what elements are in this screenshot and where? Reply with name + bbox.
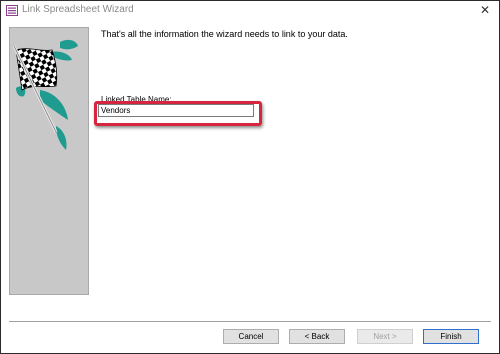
next-button[interactable]: Next > xyxy=(357,329,413,344)
close-button[interactable]: ✕ xyxy=(477,3,493,18)
back-button[interactable]: < Back xyxy=(289,329,345,344)
checkered-flag-icon xyxy=(12,39,78,150)
cancel-button[interactable]: Cancel xyxy=(223,329,279,344)
window-title: Link Spreadsheet Wizard xyxy=(22,4,134,15)
finish-button[interactable]: Finish xyxy=(423,329,479,344)
footer-separator xyxy=(9,321,491,323)
linked-table-name-input[interactable] xyxy=(98,104,254,117)
title-bar: Link Spreadsheet Wizard ✕ xyxy=(1,1,499,21)
linked-table-name-label: Linked Table Name: xyxy=(101,95,172,104)
wizard-window-icon xyxy=(6,5,18,16)
wizard-window: Link Spreadsheet Wizard ✕ That's all the… xyxy=(0,0,500,354)
info-text: That's all the information the wizard ne… xyxy=(101,29,348,39)
wizard-art-panel xyxy=(9,27,89,295)
